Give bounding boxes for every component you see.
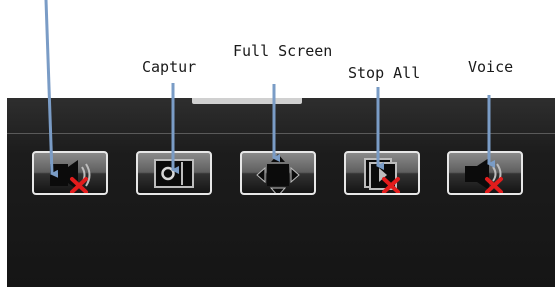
callout-stop-all: Stop All xyxy=(348,64,421,82)
callout-full-screen: Full Screen xyxy=(233,42,333,60)
callout-capture: Captur xyxy=(142,58,197,76)
camera-icon xyxy=(154,159,194,188)
capture-button[interactable] xyxy=(136,151,212,195)
stop-all-button[interactable] xyxy=(344,151,420,195)
speaker-mute-icon xyxy=(50,160,91,193)
talk-mute-button[interactable] xyxy=(32,151,108,195)
stop-all-icon xyxy=(364,158,400,193)
panel-tab xyxy=(192,98,302,104)
four-arrows-icon xyxy=(256,154,300,193)
voice-button[interactable] xyxy=(447,151,523,195)
panel-divider xyxy=(7,133,555,134)
speaker-mute-icon xyxy=(465,158,503,193)
callout-voice: Voice xyxy=(468,58,514,76)
full-screen-button[interactable] xyxy=(240,151,316,195)
